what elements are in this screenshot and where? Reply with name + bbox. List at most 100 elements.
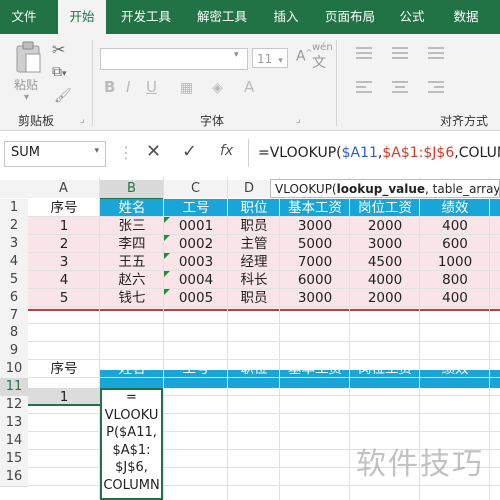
- cut-icon[interactable]: ✂: [52, 40, 65, 59]
- table-cell[interactable]: 职员: [228, 217, 280, 235]
- underline-icon[interactable]: U: [146, 78, 157, 96]
- paste-button[interactable]: [14, 40, 44, 78]
- row-header[interactable]: 13: [0, 414, 28, 433]
- select-all-corner[interactable]: [0, 180, 28, 198]
- format-painter-icon[interactable]: 🖌: [54, 88, 72, 104]
- table-cell[interactable]: 5000: [280, 235, 350, 253]
- enter-icon[interactable]: ✓: [182, 141, 197, 162]
- table-header-cell[interactable]: 岗位工资: [350, 199, 420, 217]
- table-cell[interactable]: 0004: [164, 271, 228, 289]
- table-header-cell[interactable]: 序号: [28, 199, 100, 217]
- cell-a11[interactable]: 1: [28, 388, 100, 406]
- font-name-box[interactable]: [100, 48, 248, 70]
- table-cell[interactable]: 0002: [164, 235, 228, 253]
- borders-icon[interactable]: ▦: [180, 80, 193, 96]
- lookup-header-cell[interactable]: 岗位工资: [350, 360, 420, 378]
- bold-icon[interactable]: B: [104, 78, 115, 96]
- clipboard-launcher-icon[interactable]: ⌟: [80, 114, 85, 125]
- font-color-icon[interactable]: A: [244, 78, 254, 96]
- table-cell[interactable]: 0005: [164, 289, 228, 307]
- table-header-cell[interactable]: 职位: [228, 199, 280, 217]
- table-cell[interactable]: 3000: [280, 289, 350, 307]
- col-header-a[interactable]: A: [28, 180, 100, 198]
- name-box[interactable]: SUM ▾: [4, 141, 106, 167]
- table-cell[interactable]: 5: [28, 289, 100, 307]
- table-cell[interactable]: 张三: [100, 217, 164, 235]
- font-size-box[interactable]: 11 ▾: [252, 48, 288, 68]
- fill-color-icon[interactable]: ◈: [212, 80, 223, 96]
- table-header-cell[interactable]: 姓名: [100, 199, 164, 217]
- col-header-c[interactable]: C: [164, 180, 228, 198]
- lookup-header-cell[interactable]: 基本工资: [280, 360, 350, 378]
- table-cell[interactable]: 2000: [350, 289, 420, 307]
- row-header[interactable]: 3: [0, 235, 28, 254]
- table-cell[interactable]: 0001: [164, 217, 228, 235]
- table-cell[interactable]: 3000: [280, 217, 350, 235]
- row-header[interactable]: 15: [0, 450, 28, 469]
- table-header-cell[interactable]: 工号: [164, 199, 228, 217]
- table-cell[interactable]: 7000: [280, 253, 350, 271]
- b11-formula-text[interactable]: = VLOOKU P($A11, $A$1: $J$6, COLUMN: [100, 389, 163, 494]
- table-cell[interactable]: 2000: [350, 217, 420, 235]
- table-cell[interactable]: 4000: [350, 271, 420, 289]
- row-header[interactable]: 16: [0, 468, 28, 487]
- row-header[interactable]: 2: [0, 217, 28, 236]
- lookup-header-cell[interactable]: 职位: [228, 360, 280, 378]
- lookup-header-cell[interactable]: 工号: [164, 360, 228, 378]
- insert-function-icon[interactable]: fx: [220, 143, 233, 159]
- worksheet-grid[interactable]: A B C D 1 2 3 4 5 6 7 8 9 10 11 12 13 14 15 16 序号 姓名 工号 职位…: [0, 177, 500, 500]
- table-cell[interactable]: 职员: [228, 289, 280, 307]
- row-header[interactable]: 5: [0, 271, 28, 290]
- tab-developer[interactable]: 开发工具: [114, 0, 178, 34]
- font-name-dropdown-icon[interactable]: ▾: [234, 50, 239, 60]
- font-launcher-icon[interactable]: ⌟: [296, 114, 301, 125]
- table-cell[interactable]: 6000: [280, 271, 350, 289]
- increase-font-icon[interactable]: A^: [296, 48, 312, 65]
- row-header[interactable]: 14: [0, 432, 28, 451]
- table-cell[interactable]: 经理: [228, 253, 280, 271]
- table-cell[interactable]: 1000: [420, 253, 490, 271]
- row-header[interactable]: 7: [0, 307, 28, 325]
- paste-dropdown-icon[interactable]: ▾: [24, 92, 29, 103]
- tab-formulas[interactable]: 公式: [390, 0, 434, 34]
- tab-file[interactable]: 文件: [0, 0, 48, 34]
- table-cell[interactable]: 科长: [228, 271, 280, 289]
- lookup-header-cell[interactable]: 绩效: [420, 360, 490, 378]
- table-cell[interactable]: 1: [28, 217, 100, 235]
- cancel-icon[interactable]: ✕: [146, 141, 161, 162]
- table-cell[interactable]: 0003: [164, 253, 228, 271]
- table-header-cell[interactable]: 绩效: [420, 199, 490, 217]
- row-header[interactable]: 1: [0, 199, 28, 218]
- table-cell[interactable]: 赵六: [100, 271, 164, 289]
- table-cell[interactable]: 2: [28, 235, 100, 253]
- table-cell[interactable]: 钱七: [100, 289, 164, 307]
- tab-data[interactable]: 数据: [444, 0, 488, 34]
- row-header[interactable]: 4: [0, 253, 28, 272]
- lookup-header-cell[interactable]: 姓名: [100, 360, 164, 378]
- table-cell[interactable]: 400: [420, 289, 490, 307]
- col-header-d[interactable]: D: [228, 180, 271, 198]
- name-box-dropdown-icon[interactable]: ▾: [94, 146, 99, 156]
- tab-insert[interactable]: 插入: [264, 0, 308, 34]
- row-header[interactable]: 9: [0, 342, 28, 361]
- formula-input[interactable]: =VLOOKUP($A11,$A$1:$J$6,COLUMN: [258, 141, 500, 165]
- tab-page-layout[interactable]: 页面布局: [318, 0, 382, 34]
- table-cell[interactable]: 4: [28, 271, 100, 289]
- table-cell[interactable]: 主管: [228, 235, 280, 253]
- table-cell[interactable]: 3000: [350, 235, 420, 253]
- table-cell[interactable]: 600: [420, 235, 490, 253]
- row-header[interactable]: 12: [0, 396, 28, 415]
- table-cell[interactable]: 800: [420, 271, 490, 289]
- tab-home[interactable]: 开始: [58, 0, 106, 34]
- row-header[interactable]: 8: [0, 324, 28, 343]
- table-cell[interactable]: 王五: [100, 253, 164, 271]
- table-header-cell[interactable]: 基本工资: [280, 199, 350, 217]
- table-cell[interactable]: 3: [28, 253, 100, 271]
- row-header[interactable]: 10: [0, 360, 28, 379]
- copy-icon[interactable]: ⧉▾: [52, 64, 67, 80]
- table-cell[interactable]: 400: [420, 217, 490, 235]
- row-header[interactable]: 11: [0, 378, 28, 397]
- italic-icon[interactable]: I: [126, 78, 130, 96]
- row-header[interactable]: 6: [0, 289, 28, 308]
- col-header-b[interactable]: B: [100, 180, 164, 200]
